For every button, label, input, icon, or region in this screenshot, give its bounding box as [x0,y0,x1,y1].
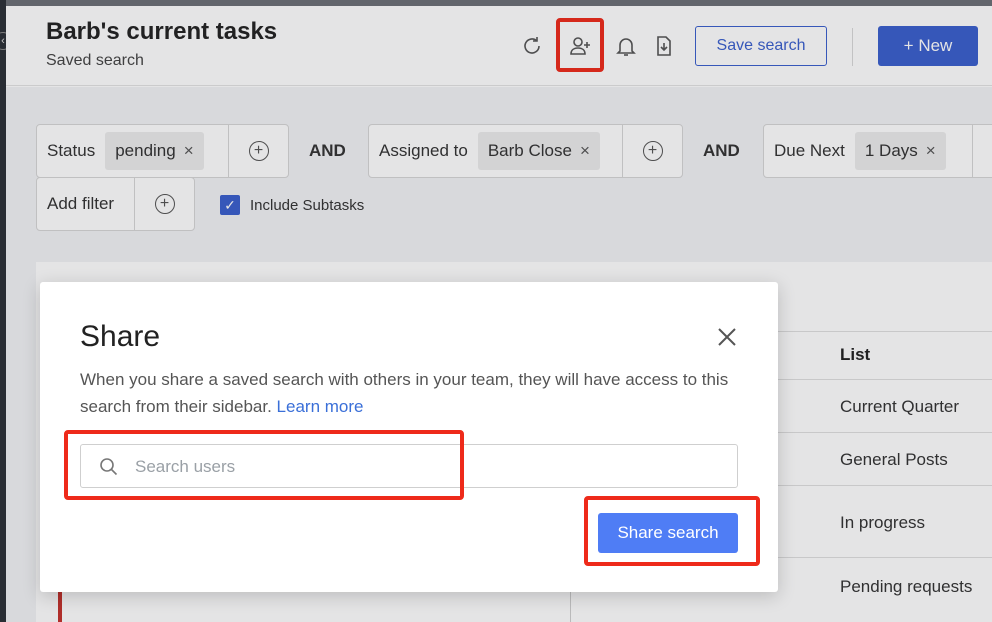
close-icon[interactable] [716,326,738,348]
modal-title: Share [80,320,161,353]
modal-description: When you share a saved search with other… [80,366,740,420]
share-button-highlight [584,496,760,566]
search-users-highlight [64,430,464,500]
app-window: ‹ Barb's current tasks Saved search Save… [0,0,992,622]
learn-more-link[interactable]: Learn more [277,397,364,416]
description-text: When you share a saved search with other… [80,370,729,416]
